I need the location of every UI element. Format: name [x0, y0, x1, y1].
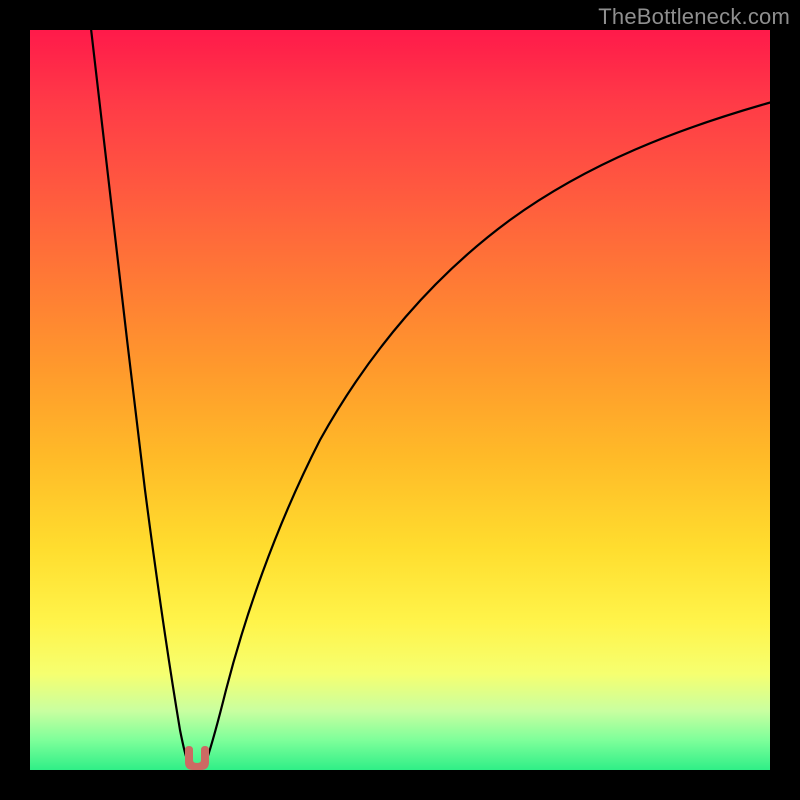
- curve-layer: [30, 30, 770, 770]
- watermark-text: TheBottleneck.com: [598, 4, 790, 30]
- plot-area: [30, 30, 770, 770]
- curve-left: [90, 30, 188, 762]
- nub-marker: [185, 746, 209, 770]
- chart-frame: TheBottleneck.com: [0, 0, 800, 800]
- curve-right: [206, 102, 770, 762]
